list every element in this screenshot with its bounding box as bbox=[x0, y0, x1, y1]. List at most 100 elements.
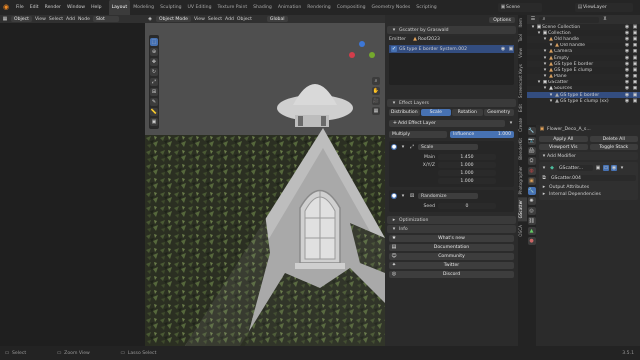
twitter-button[interactable]: ✦ Twitter bbox=[389, 262, 514, 269]
gscatter-panel-header[interactable]: ▾ Gscatter by Graswald bbox=[387, 26, 516, 34]
add-modifier-button[interactable]: ▾ Add Modifier bbox=[539, 152, 638, 160]
scale-layer-header[interactable]: ● ▾ ⤢ Scale bbox=[391, 143, 512, 151]
discord-button[interactable]: ◎ Discord bbox=[389, 271, 514, 278]
outliner-row[interactable]: ▾ ▲ Sources ◉ ▣ bbox=[527, 86, 640, 92]
add-cube-icon[interactable]: ▣ bbox=[150, 118, 158, 126]
tab-item[interactable]: Item bbox=[518, 15, 527, 31]
optimization-header[interactable]: ▸ Optimization bbox=[387, 216, 516, 224]
tab-shading[interactable]: Shading bbox=[250, 5, 275, 10]
data-props-icon[interactable]: ▲ bbox=[527, 227, 536, 235]
tab-blenderkit[interactable]: BlenderKit bbox=[518, 135, 527, 163]
delete-all-button[interactable]: Delete All bbox=[589, 136, 638, 142]
camera-icon[interactable]: ▣ bbox=[632, 43, 638, 49]
transform-icon[interactable]: ⊞ bbox=[150, 88, 158, 96]
eye-icon[interactable]: ◉ bbox=[624, 74, 630, 80]
rotate-icon[interactable]: ↻ bbox=[150, 68, 158, 76]
node-mode-select[interactable]: Object bbox=[11, 16, 32, 22]
blender-logo-icon[interactable]: ◉ bbox=[3, 4, 9, 11]
eye-icon[interactable]: ◉ bbox=[624, 92, 630, 98]
render-props-icon[interactable]: 📷 bbox=[527, 137, 536, 145]
camera-icon[interactable]: ▣ bbox=[632, 86, 638, 92]
camera-icon[interactable]: ▣ bbox=[632, 49, 638, 55]
tab-tool[interactable]: Tool bbox=[518, 31, 527, 45]
viewport-icon[interactable]: ▭ bbox=[603, 165, 609, 171]
tab-animation[interactable]: Animation bbox=[275, 5, 304, 10]
community-button[interactable]: ☺ Community bbox=[389, 253, 514, 260]
info-header[interactable]: ▾ Info bbox=[387, 225, 516, 233]
world-props-icon[interactable]: ◍ bbox=[527, 167, 536, 175]
outliner-row[interactable]: ▾ ▲ GS type E clump (xx) ◉ ▣ bbox=[527, 98, 640, 104]
documentation-button[interactable]: ▤ Documentation bbox=[389, 244, 514, 251]
menu-edit[interactable]: Edit bbox=[27, 5, 42, 10]
eye-icon[interactable]: ◉ bbox=[624, 98, 630, 104]
whats-new-button[interactable]: ★ What's new bbox=[389, 235, 514, 242]
axis-z-icon[interactable] bbox=[359, 41, 365, 47]
emitter-field[interactable]: ▲ Roof2023 bbox=[409, 36, 514, 42]
view-layer-selector[interactable]: ▤ ViewLayer bbox=[575, 3, 633, 12]
editor-type-icon[interactable]: ▦ bbox=[2, 16, 8, 22]
tab-uv-editing[interactable]: UV Editing bbox=[185, 5, 215, 10]
camera-icon[interactable]: ▣ bbox=[632, 30, 638, 36]
cursor-icon[interactable]: ⊕ bbox=[150, 48, 158, 56]
outliner-search[interactable]: ⌕ bbox=[539, 16, 599, 23]
apply-all-button[interactable]: Apply All bbox=[539, 136, 588, 142]
constraints-props-icon[interactable]: ⛓ bbox=[527, 217, 536, 225]
dropdown-icon[interactable]: ▾ bbox=[619, 165, 625, 171]
eye-icon[interactable]: ◉ bbox=[624, 49, 630, 55]
toggle-stack-button[interactable]: Toggle Stack bbox=[589, 144, 638, 150]
tab-sculpting[interactable]: Sculpting bbox=[157, 5, 184, 10]
toggle-on-icon[interactable]: ● bbox=[391, 193, 397, 199]
output-props-icon[interactable]: 🖨 bbox=[527, 147, 536, 155]
seed-field[interactable]: 0 bbox=[438, 203, 496, 209]
modifier-header[interactable]: ▾ ◆ GScatter... ▣ ▭ ◉ ▾ bbox=[541, 164, 636, 172]
tab-edit[interactable]: Edit bbox=[518, 101, 527, 115]
camera-icon[interactable]: ▣ bbox=[632, 92, 638, 98]
x-field[interactable]: 1.000 bbox=[438, 162, 496, 168]
tab-modeling[interactable]: Modeling bbox=[130, 5, 157, 10]
z-field[interactable]: 1.000 bbox=[438, 178, 496, 184]
render-icon[interactable]: ◉ bbox=[611, 165, 617, 171]
eye-icon[interactable]: ◉ bbox=[624, 80, 630, 86]
node-menu-add[interactable]: Add bbox=[66, 17, 75, 22]
tab-distribution[interactable]: Distribution bbox=[389, 109, 420, 116]
particles-props-icon[interactable]: ✺ bbox=[527, 197, 536, 205]
output-attributes-header[interactable]: ▸ Output Attributes bbox=[541, 184, 636, 191]
tab-view[interactable]: View bbox=[518, 45, 527, 61]
camera-icon[interactable]: ▣ bbox=[632, 98, 638, 104]
eye-icon[interactable]: ◉ bbox=[624, 36, 630, 42]
viewport-menu-object[interactable]: Object bbox=[237, 17, 252, 22]
outliner-row[interactable]: ▾ ▲ Camera ◉ ▣ bbox=[527, 49, 640, 55]
eye-icon[interactable]: ◉ bbox=[624, 61, 630, 67]
tab-rendering[interactable]: Rendering bbox=[304, 5, 333, 10]
scene-props-icon[interactable]: ⛭ bbox=[527, 157, 536, 165]
viewport-vis-button[interactable]: Viewport Vis bbox=[539, 144, 588, 150]
eye-icon[interactable]: ◉ bbox=[624, 43, 630, 49]
physics-props-icon[interactable]: ◎ bbox=[527, 207, 536, 215]
add-effect-button[interactable]: + Add Effect Layer bbox=[389, 120, 505, 127]
outliner-editor-icon[interactable]: ☰ bbox=[530, 17, 536, 23]
slot-select[interactable]: Slot bbox=[92, 16, 119, 22]
influence-slider[interactable]: Influence 1.000 bbox=[450, 131, 514, 138]
eye-icon[interactable]: ◉ bbox=[624, 55, 630, 61]
viewport-editor-icon[interactable]: ◈ bbox=[147, 16, 153, 22]
camera-icon[interactable]: ▣ bbox=[632, 36, 638, 42]
viewport-menu-view[interactable]: View bbox=[194, 17, 205, 22]
tab-screencast[interactable]: Screencast Keys bbox=[518, 61, 527, 101]
eye-icon[interactable]: ◉ bbox=[624, 67, 630, 73]
camera-icon[interactable]: ▣ bbox=[508, 46, 514, 52]
camera-view-icon[interactable]: 🎥 bbox=[372, 97, 380, 105]
tab-create[interactable]: Create bbox=[518, 115, 527, 135]
eye-icon[interactable]: ◉ bbox=[624, 86, 630, 92]
toggle-on-icon[interactable]: ● bbox=[391, 144, 397, 150]
tab-osca[interactable]: OSCA bbox=[518, 222, 527, 240]
system-list-item[interactable]: ✓ GS type E border System.002 ◉ ▣ bbox=[389, 45, 514, 53]
eye-icon[interactable]: ◉ bbox=[624, 24, 630, 30]
outliner-row[interactable]: ▾ ▲ Old handle ◉ ▣ bbox=[527, 36, 640, 42]
scene-selector[interactable]: ▣ Scene bbox=[498, 3, 542, 12]
node-group-field[interactable]: GScatter.004 bbox=[549, 175, 636, 181]
pan-hand-icon[interactable]: ✋ bbox=[372, 87, 380, 95]
camera-icon[interactable]: ▣ bbox=[632, 80, 638, 86]
eye-icon[interactable]: ◉ bbox=[500, 46, 506, 52]
scale-icon[interactable]: ⤢ bbox=[150, 78, 158, 86]
eye-icon[interactable]: ◉ bbox=[624, 30, 630, 36]
